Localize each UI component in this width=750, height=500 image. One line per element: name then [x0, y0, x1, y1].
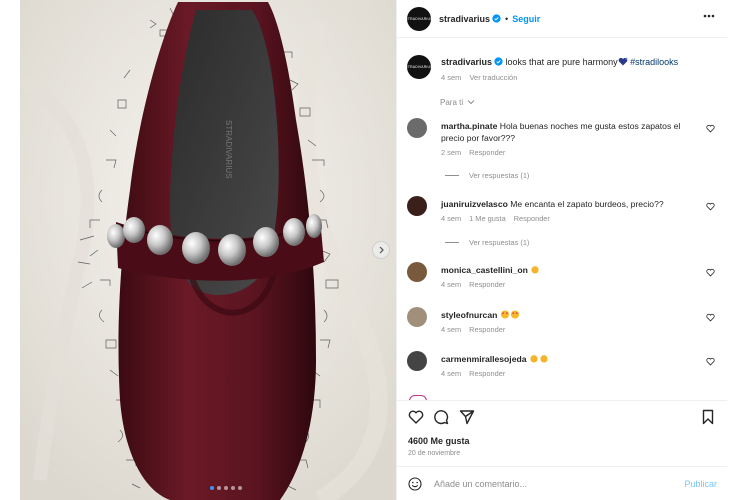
commenter-username[interactable]: monica_castellini_on — [441, 265, 528, 275]
caption-meta: 4 sem Ver traducción — [441, 73, 517, 82]
commenter-username[interactable]: martha.pinate — [441, 121, 497, 131]
commenter-username[interactable]: carmenmirallesojeda — [441, 354, 527, 364]
comment-text: carmenmirallesojeda — [441, 353, 696, 365]
like-comment-heart-icon[interactable] — [706, 202, 715, 211]
post-image[interactable]: STRADIVARIUS — [20, 0, 396, 500]
follow-button[interactable]: Seguir — [512, 14, 540, 24]
comment-filter-dropdown[interactable]: Para ti — [440, 98, 475, 107]
view-replies-label: Ver respuestas (1) — [469, 171, 530, 180]
post-date: 20 de noviembre — [408, 450, 461, 457]
next-image-button[interactable] — [372, 241, 390, 259]
carousel-indicator — [210, 486, 242, 490]
author-avatar[interactable]: STRADIVARIUS — [405, 6, 433, 31]
bookmark-icon[interactable] — [700, 409, 716, 425]
publish-button[interactable]: Publicar — [684, 479, 717, 489]
comment-time: 4 sem — [441, 325, 462, 334]
comment-time: 4 sem — [441, 369, 462, 378]
caption-username[interactable]: stradivarius — [441, 57, 492, 67]
post-details-panel: STRADIVARIUS stradivarius • Seguir STRAD… — [396, 0, 727, 500]
comment-meta: 4 sem 1 Me gusta Responder — [441, 214, 558, 223]
likes-count[interactable]: 4600 Me gusta — [408, 436, 470, 446]
comment-meta: 4 sem Responder — [441, 280, 513, 289]
comment-meta: 4 sem Responder — [441, 369, 513, 378]
comment-likes[interactable]: 1 Me gusta — [469, 214, 506, 223]
avatar-text: STRADIVARIUS — [405, 65, 433, 69]
like-comment-heart-icon[interactable] — [706, 313, 715, 322]
avatar-text: STRADIVARIUS — [405, 16, 433, 21]
verified-badge-icon — [494, 57, 503, 66]
comment-time: 2 sem — [441, 148, 462, 157]
comment-text: monica_castellini_on — [441, 264, 696, 276]
like-comment-heart-icon[interactable] — [706, 268, 715, 277]
heart-eyes-emoji-icon — [500, 310, 509, 319]
comment-text: juaniruizvelasco Me encanta el zapato bu… — [441, 198, 696, 210]
reply-button[interactable]: Responder — [469, 148, 505, 157]
like-comment-heart-icon[interactable] — [706, 357, 715, 366]
view-replies-button[interactable]: Ver respuestas (1) — [445, 171, 529, 180]
caption-time: 4 sem — [441, 73, 462, 82]
comment-text: styleofnurcan — [441, 309, 696, 321]
author-username[interactable]: stradivarius — [439, 14, 490, 24]
chevron-right-icon — [379, 246, 384, 254]
comment-filter-label: Para ti — [440, 98, 464, 107]
share-paper-plane-icon[interactable] — [459, 409, 475, 425]
replies-line — [445, 242, 459, 243]
caption-avatar[interactable]: STRADIVARIUS — [405, 55, 433, 79]
caption-body: looks that are pure harmony — [505, 57, 618, 67]
commenter-avatar[interactable] — [407, 307, 427, 327]
shoe-photo: STRADIVARIUS — [20, 0, 396, 500]
clapping-hands-emoji-icon — [530, 354, 538, 363]
view-replies-label: Ver respuestas (1) — [469, 238, 530, 247]
reply-button[interactable]: Responder — [469, 369, 505, 378]
carousel-dot — [224, 486, 228, 490]
carousel-dot — [238, 486, 242, 490]
commenter-username[interactable]: styleofnurcan — [441, 310, 497, 320]
replies-line — [445, 175, 459, 176]
caption-text: stradivarius looks that are pure harmony… — [441, 57, 716, 67]
add-comment-bar: Añade un comentario... Publicar — [397, 466, 727, 500]
like-heart-icon[interactable] — [408, 409, 424, 425]
commenter-avatar[interactable] — [407, 351, 427, 371]
reply-button[interactable]: Responder — [469, 280, 505, 289]
post-header: STRADIVARIUS stradivarius • Seguir — [397, 0, 727, 38]
like-comment-heart-icon[interactable] — [706, 124, 715, 133]
comment-meta: 4 sem Responder — [441, 325, 513, 334]
post-actions: 4600 Me gusta 20 de noviembre — [397, 400, 727, 462]
clapping-hands-emoji-icon — [540, 354, 548, 363]
comment-meta: 2 sem Responder — [441, 148, 513, 157]
commenter-username[interactable]: juaniruizvelasco — [441, 199, 508, 209]
emoji-smile-icon[interactable] — [408, 477, 422, 491]
reply-button[interactable]: Responder — [514, 214, 550, 223]
carousel-dot — [217, 486, 221, 490]
svg-text:STRADIVARIUS: STRADIVARIUS — [224, 120, 233, 179]
caption-hashtag[interactable]: #stradilooks — [630, 57, 678, 67]
see-translation-link[interactable]: Ver traducción — [469, 73, 517, 82]
comment-text: martha.pinate Hola buenas noches me gust… — [441, 120, 696, 144]
commenter-avatar[interactable] — [407, 262, 427, 282]
carousel-dot — [210, 486, 214, 490]
heart-eyes-emoji-icon — [510, 310, 519, 319]
comment-bubble-icon[interactable] — [433, 409, 449, 425]
reply-button[interactable]: Responder — [469, 325, 505, 334]
commenter-avatar[interactable] — [407, 118, 427, 138]
commenter-avatar[interactable] — [407, 196, 427, 216]
more-horizontal-icon[interactable] — [703, 14, 715, 18]
view-replies-button[interactable]: Ver respuestas (1) — [445, 238, 529, 247]
sparkle-heart-emoji-icon — [618, 57, 628, 66]
comment-body: Me encanta el zapato burdeos, precio?? — [510, 199, 664, 209]
add-comment-input[interactable]: Añade un comentario... — [434, 479, 527, 489]
comment-time: 4 sem — [441, 280, 462, 289]
verified-badge-icon — [492, 14, 501, 23]
clapping-hands-emoji-icon — [531, 265, 539, 274]
comment-time: 4 sem — [441, 214, 462, 223]
separator: • — [505, 13, 509, 24]
carousel-dot — [231, 486, 235, 490]
chevron-down-icon — [468, 100, 475, 105]
